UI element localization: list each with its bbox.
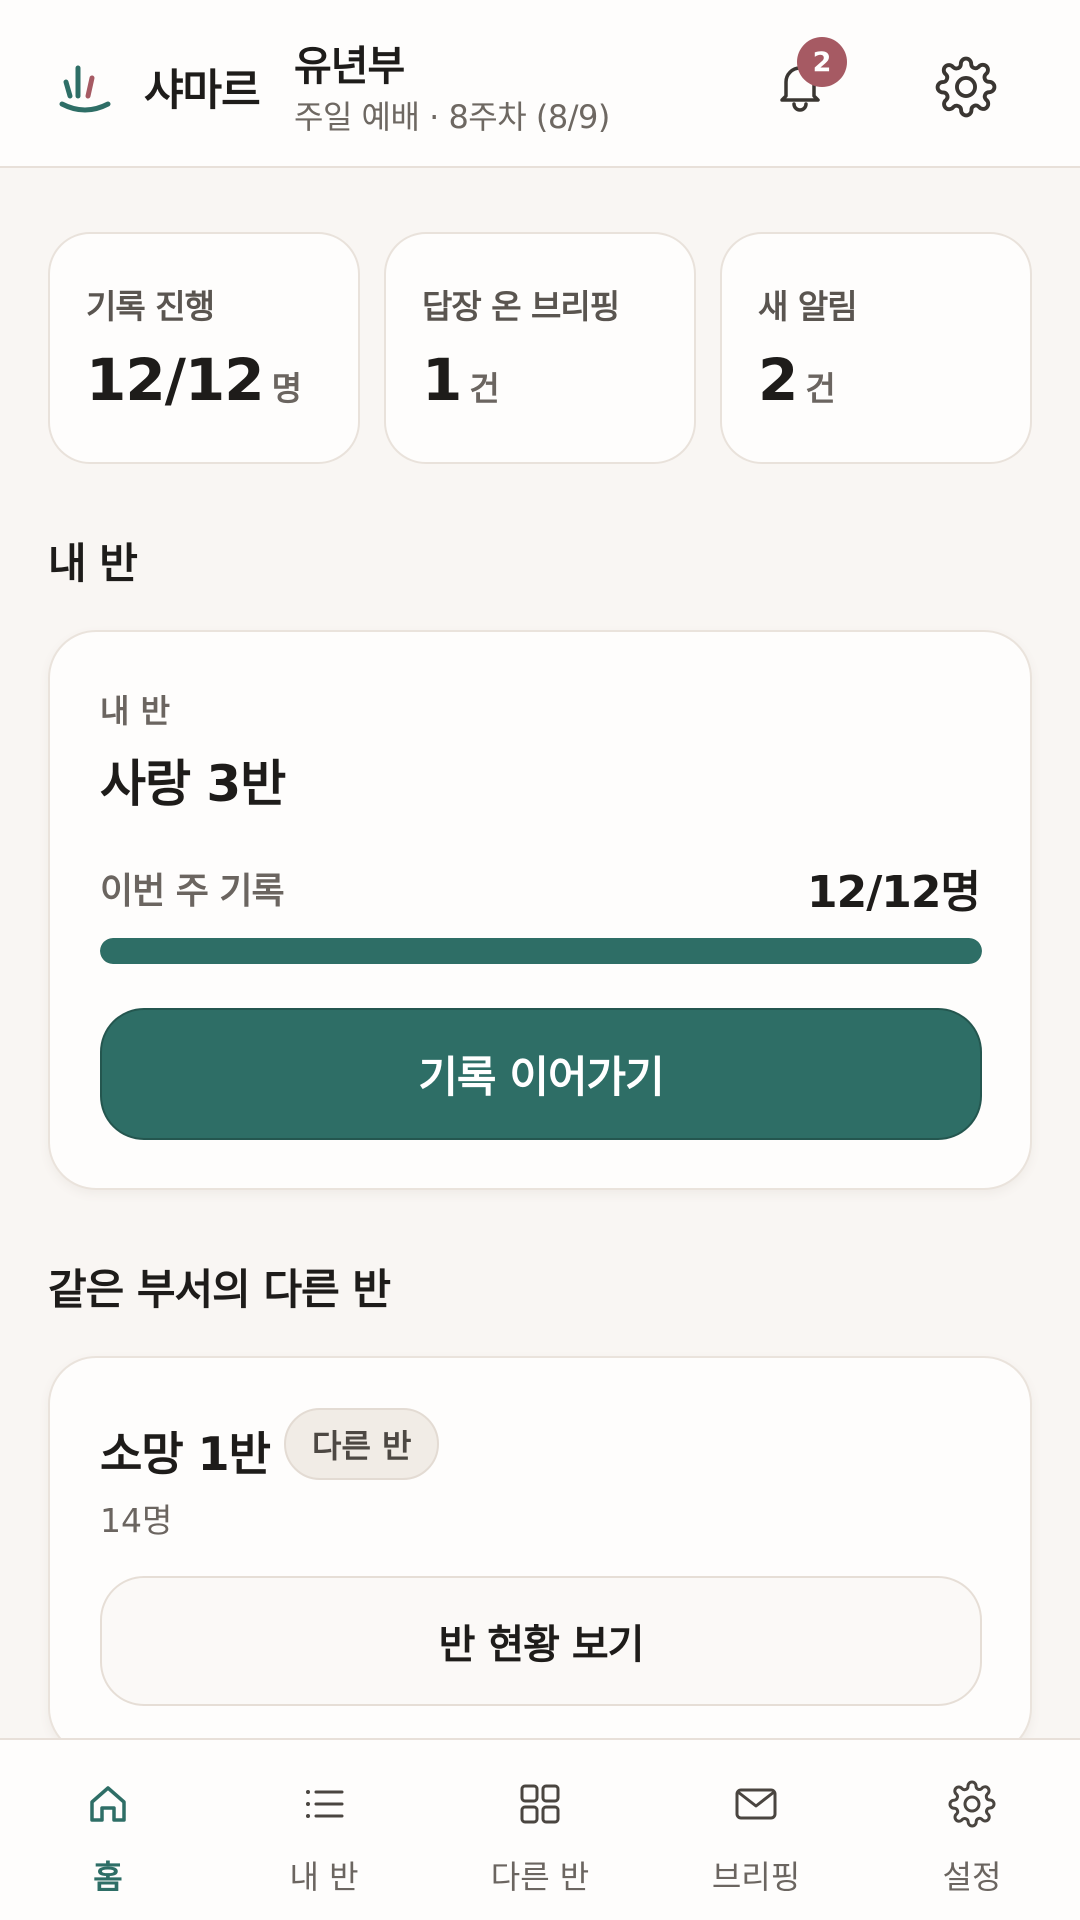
nav-label: 홈: [93, 1858, 123, 1896]
stat-card-record-progress[interactable]: 기록 진행 12/12 명: [48, 232, 360, 464]
nav-item-settings[interactable]: 설정: [864, 1740, 1080, 1920]
progress-value: 12/12명: [806, 867, 981, 918]
bottom-nav: 홈 내 반 다른 반 브리핑 설정: [0, 1738, 1080, 1920]
settings-gear-icon[interactable]: [935, 56, 997, 118]
stat-value: 1건: [422, 346, 500, 414]
mail-icon: [735, 1788, 777, 1820]
view-class-status-button[interactable]: 반 현황 보기: [100, 1576, 982, 1706]
class-name: 사랑 3반: [100, 755, 286, 813]
stat-unit: 건: [469, 369, 499, 408]
list-icon: [306, 1790, 344, 1818]
stat-card-replied-briefings[interactable]: 답장 온 브리핑 1건: [384, 232, 696, 464]
nav-label: 다른 반: [490, 1858, 590, 1896]
nav-label: 내 반: [289, 1858, 359, 1896]
other-classes-section-title: 같은 부서의 다른 반: [48, 1265, 391, 1314]
stat-unit: 건: [805, 369, 835, 408]
stat-label: 기록 진행: [86, 287, 215, 326]
notification-badge: 2: [797, 37, 847, 87]
stat-card-new-alerts[interactable]: 새 알림 2건: [720, 232, 1032, 464]
card-eyebrow: 내 반: [100, 692, 171, 730]
nav-item-home[interactable]: 홈: [0, 1740, 216, 1920]
progress-bar: [100, 938, 982, 964]
nav-item-briefing[interactable]: 브리핑: [648, 1740, 864, 1920]
stat-unit: 명: [271, 369, 302, 408]
home-icon: [90, 1786, 126, 1822]
stat-label: 새 알림: [758, 287, 858, 326]
stat-label: 답장 온 브리핑: [422, 287, 620, 326]
stat-number: 1: [422, 346, 462, 414]
gear-icon: [948, 1780, 996, 1828]
top-header: 샤마르 유년부 주일 예배 · 8주차 (8/9) 2: [0, 0, 1080, 168]
department-title[interactable]: 유년부: [294, 32, 405, 92]
stat-value: 2건: [758, 346, 836, 414]
stat-number: 12/12: [86, 346, 265, 414]
my-class-card: 내 반 사랑 3반 이번 주 기록 12/12명 기록 이어가기: [48, 630, 1032, 1190]
brand-name: 샤마르: [144, 66, 261, 116]
service-week-subtitle: 주일 예배 · 8주차 (8/9): [294, 98, 610, 136]
my-class-section-title: 내 반: [48, 539, 138, 588]
continue-record-button[interactable]: 기록 이어가기: [100, 1008, 982, 1140]
progress-bar-fill: [100, 938, 982, 964]
nav-label: 설정: [942, 1858, 1002, 1896]
other-class-name: 소망 1반: [100, 1427, 271, 1481]
app-screen: 샤마르 유년부 주일 예배 · 8주차 (8/9) 2 기록 진행 12/12 명…: [0, 0, 1080, 1920]
nav-item-my-class[interactable]: 내 반: [216, 1740, 432, 1920]
stat-number: 2: [758, 346, 798, 414]
other-class-card: 소망 1반 다른 반 14명 반 현황 보기: [48, 1356, 1032, 1756]
stat-value: 12/12 명: [86, 346, 302, 414]
grid-icon: [520, 1784, 560, 1824]
other-class-member-count: 14명: [100, 1501, 173, 1540]
nav-item-other-classes[interactable]: 다른 반: [432, 1740, 648, 1920]
other-class-tag: 다른 반: [284, 1408, 440, 1480]
logo-icon: [59, 65, 111, 113]
nav-label: 브리핑: [711, 1858, 801, 1896]
progress-label: 이번 주 기록: [100, 871, 285, 912]
